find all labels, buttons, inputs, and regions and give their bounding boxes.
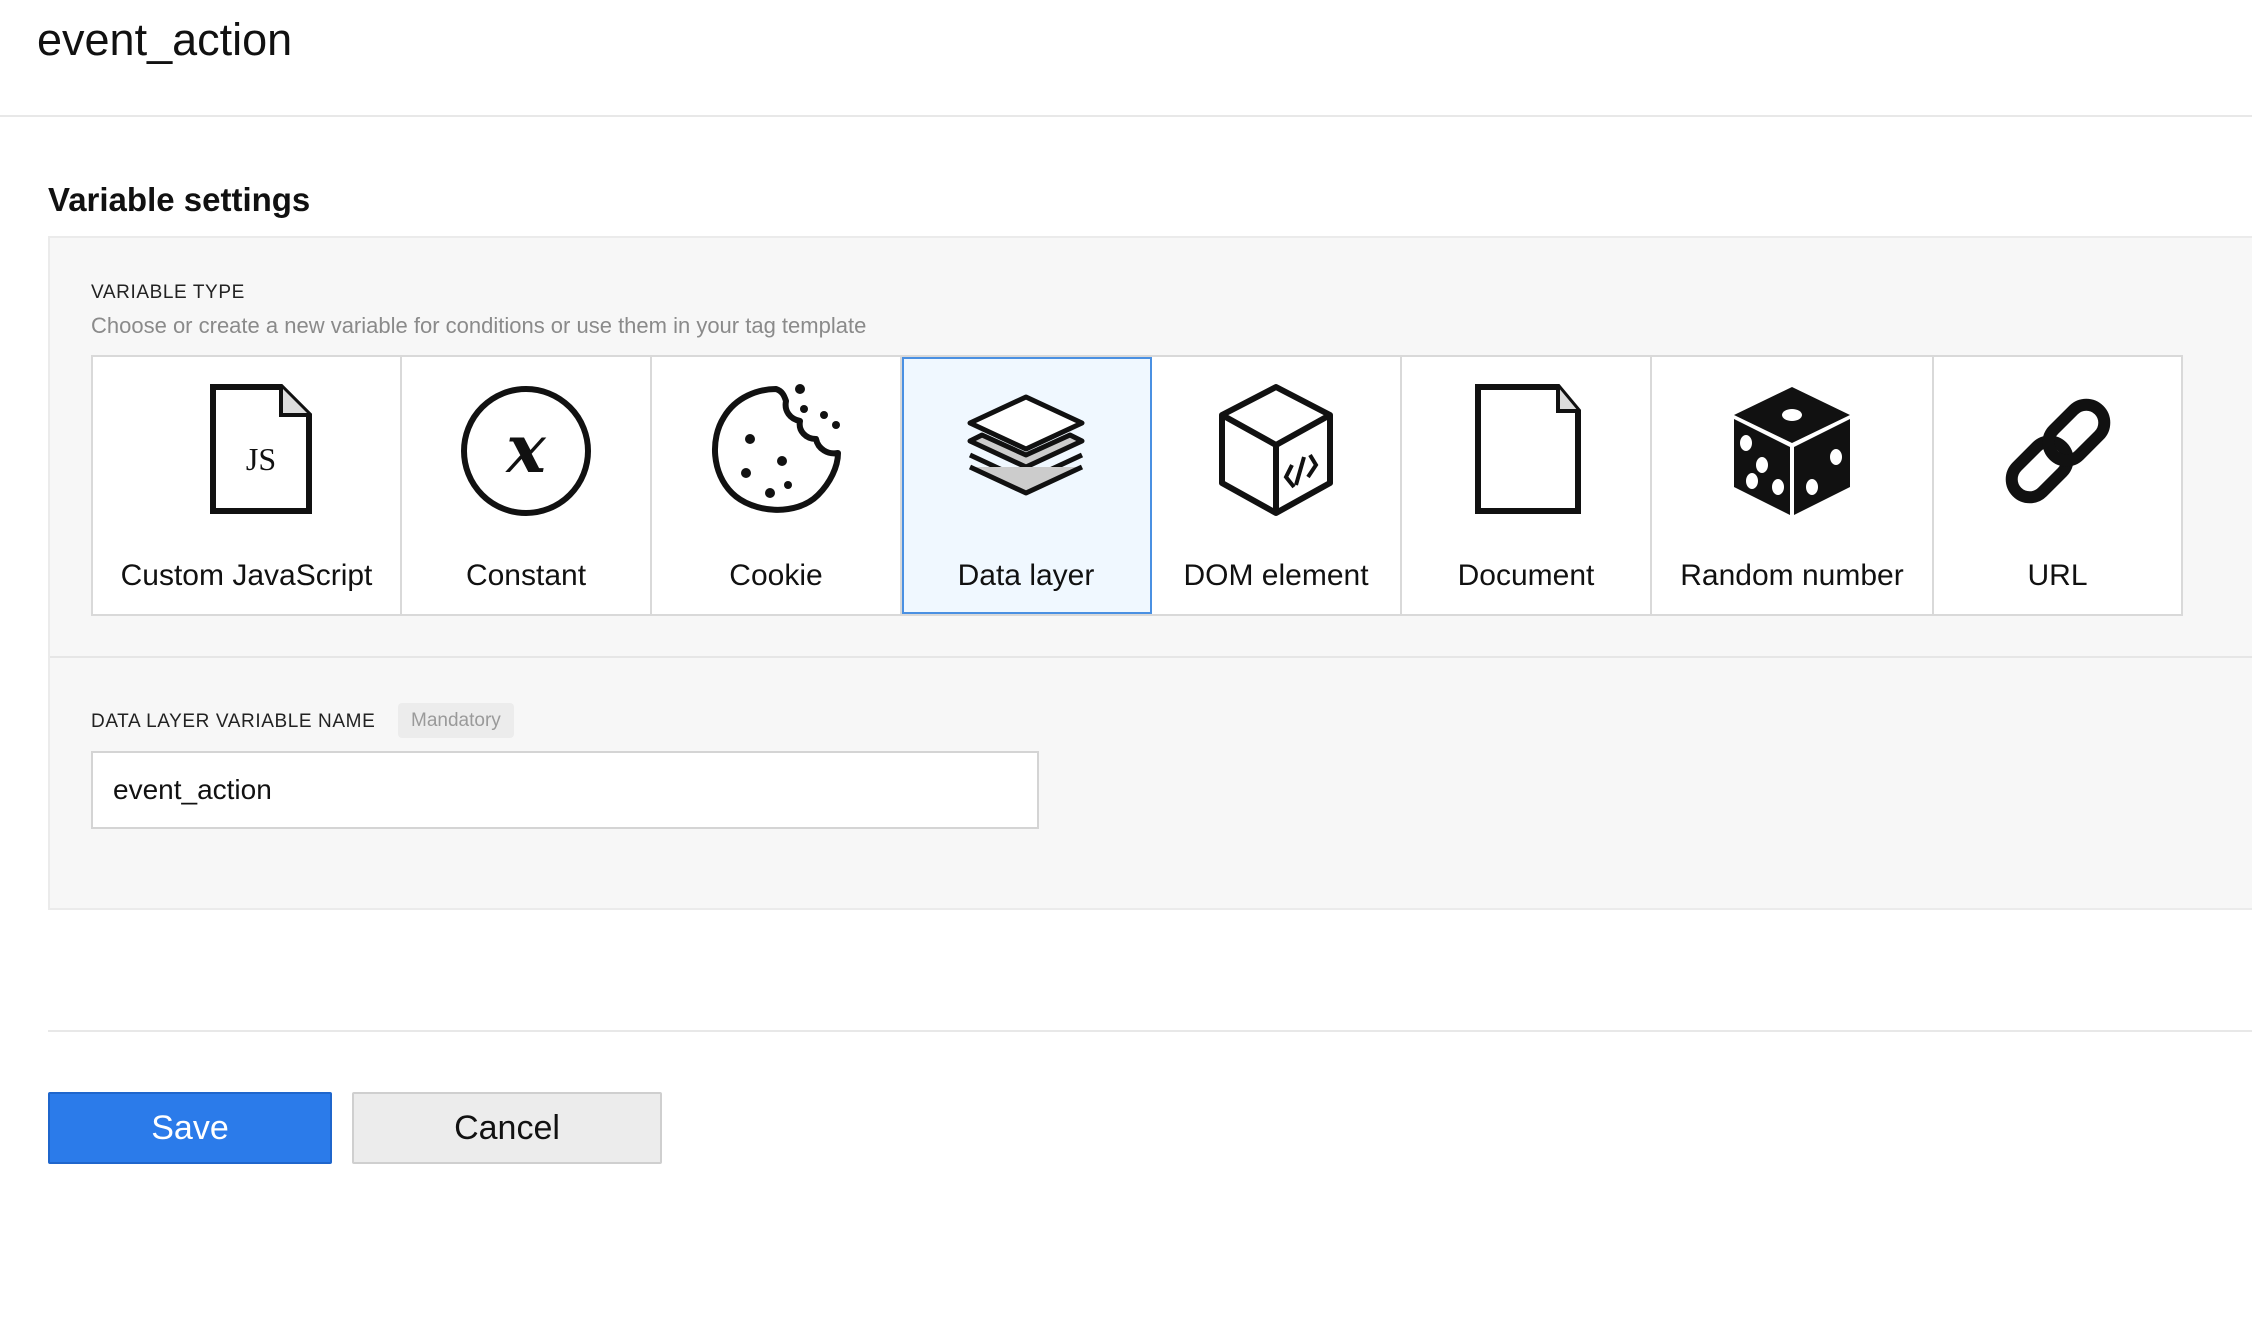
tile-label: Data layer bbox=[957, 559, 1095, 592]
tile-url[interactable]: URL bbox=[1934, 357, 2181, 614]
variable-type-tiles: JS Custom JavaScript x Constant Cookie D… bbox=[91, 355, 2183, 616]
mandatory-badge: Mandatory bbox=[398, 703, 514, 738]
tile-label: Document bbox=[1457, 559, 1595, 592]
constant-x-icon: x bbox=[456, 381, 596, 521]
svg-text:x: x bbox=[504, 410, 546, 488]
dom-box-icon bbox=[1206, 381, 1346, 521]
layers-icon bbox=[956, 381, 1096, 521]
variable-type-label: VARIABLE TYPE bbox=[91, 282, 245, 303]
variable-type-help: Choose or create a new variable for cond… bbox=[91, 313, 867, 338]
tile-random-number[interactable]: Random number bbox=[1652, 357, 1934, 614]
footer-divider bbox=[48, 1030, 2252, 1032]
tile-label: Random number bbox=[1680, 559, 1904, 592]
tile-document[interactable]: Document bbox=[1402, 357, 1652, 614]
svg-text:JS: JS bbox=[245, 441, 275, 477]
data-layer-name-input[interactable] bbox=[91, 751, 1039, 829]
page-title: event_action bbox=[37, 14, 293, 65]
cookie-icon bbox=[706, 381, 846, 521]
link-icon bbox=[1988, 381, 2128, 521]
tile-label: Custom JavaScript bbox=[120, 559, 373, 592]
tile-cookie[interactable]: Cookie bbox=[652, 357, 902, 614]
tile-constant[interactable]: x Constant bbox=[402, 357, 652, 614]
tile-data-layer[interactable]: Data layer bbox=[902, 357, 1152, 614]
data-layer-name-label: DATA LAYER VARIABLE NAME bbox=[91, 711, 376, 732]
section-title: Variable settings bbox=[48, 181, 311, 218]
tile-label: Cookie bbox=[729, 559, 823, 592]
panel-divider bbox=[50, 656, 2252, 658]
tile-dom-element[interactable]: DOM element bbox=[1152, 357, 1402, 614]
dice-icon bbox=[1722, 381, 1862, 521]
cancel-button[interactable]: Cancel bbox=[352, 1092, 662, 1164]
document-icon bbox=[1456, 381, 1596, 521]
page-header: event_action bbox=[0, 0, 2252, 117]
tile-label: DOM element bbox=[1183, 559, 1369, 592]
js-file-icon: JS bbox=[177, 381, 317, 521]
variable-editor-page: event_action Variable settings VARIABLE … bbox=[0, 0, 2252, 1340]
tile-label: URL bbox=[2027, 559, 2088, 592]
save-button[interactable]: Save bbox=[48, 1092, 332, 1164]
tile-label: Constant bbox=[465, 559, 587, 592]
variable-settings-panel: VARIABLE TYPE Choose or create a new var… bbox=[48, 236, 2252, 910]
tile-custom-javascript[interactable]: JS Custom JavaScript bbox=[93, 357, 402, 614]
